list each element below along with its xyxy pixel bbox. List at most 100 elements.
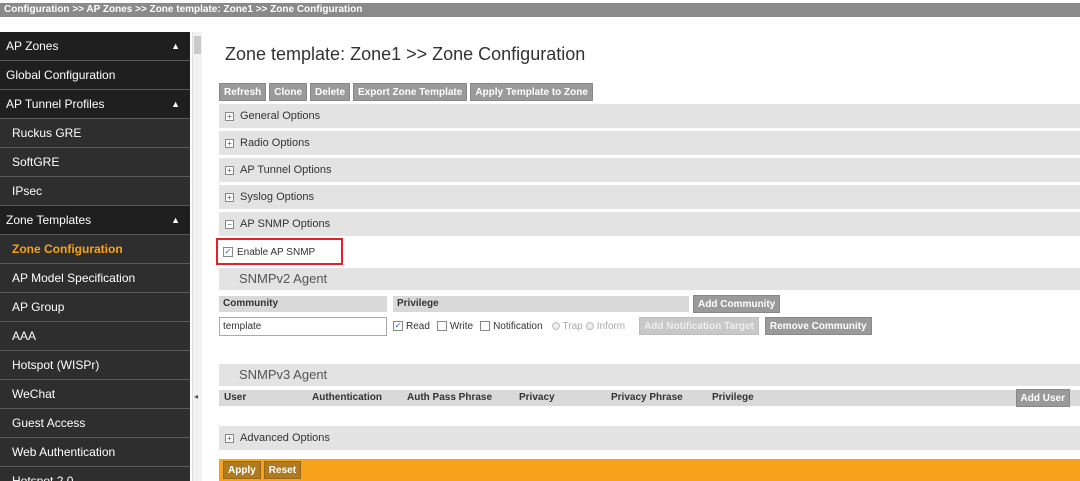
community-column-header: Community [219,296,387,312]
notification-label: Notification [493,320,543,332]
sidebar-item-ap-tunnel-profiles[interactable]: AP Tunnel Profiles ▲ [0,90,190,119]
breadcrumb-bar: Configuration >> AP Zones >> Zone templa… [0,0,1080,17]
sidebar-item-zone-configuration[interactable]: Zone Configuration [0,235,190,264]
sidebar-item-label: Hotspot (WISPr) [12,358,100,372]
community-input[interactable]: template [219,316,387,336]
privilege-options: ✓ Read ✓ Write ✓ Notification Trap Infor… [393,321,625,332]
toolbar: Refresh Clone Delete Export Zone Templat… [219,83,1080,101]
sidebar-item-global-configuration[interactable]: Global Configuration [0,61,190,90]
sidebar-item-ap-group[interactable]: AP Group [0,293,190,322]
caret-up-icon[interactable]: ▲ [171,90,180,118]
clone-button[interactable]: Clone [269,83,308,101]
user-column-header: User [224,392,247,403]
snmpv3-agent-header: SNMPv3 Agent [219,364,1080,386]
delete-button[interactable]: Delete [310,83,351,101]
inform-label: Inform [596,320,626,332]
section-label: Radio Options [240,137,310,149]
privacy-phrase-column-header: Privacy Phrase [611,392,683,403]
authentication-column-header: Authentication [312,392,382,403]
sidebar-item-label: Zone Templates [6,213,92,227]
trap-label: Trap [562,320,583,332]
section-label: Syslog Options [240,191,314,203]
apply-template-button[interactable]: Apply Template to Zone [470,83,593,101]
sidebar-item-ap-model-specification[interactable]: AP Model Specification [0,264,190,293]
privilege-column-header: Privilege [712,392,754,403]
sidebar-scrollbar[interactable]: ◂ [192,32,202,481]
refresh-button[interactable]: Refresh [219,83,267,101]
write-checkbox[interactable]: ✓ [436,321,447,331]
sidebar-item-label: Zone Configuration [12,242,123,256]
section-advanced-options[interactable]: + Advanced Options [219,426,1080,450]
footer-bar: Apply Reset [219,459,1080,481]
sidebar-item-ipsec[interactable]: IPsec [0,177,190,206]
snmpv2-grid-header: Community Privilege Add Community [219,295,1080,313]
reset-button[interactable]: Reset [263,461,302,479]
caret-up-icon[interactable]: ▲ [171,32,180,60]
sidebar-item-label: AP Model Specification [12,271,136,285]
sidebar-item-softgre[interactable]: SoftGRE [0,148,190,177]
sidebar-item-label: Web Authentication [12,445,116,459]
sidebar-item-ruckus-gre[interactable]: Ruckus GRE [0,119,190,148]
snmpv2-agent-header: SNMPv2 Agent [219,268,1080,290]
sidebar-item-label: WeChat [12,387,56,401]
read-checkbox[interactable]: ✓ [393,321,403,331]
sidebar-item-label: AP Zones [6,39,59,53]
sidebar-item-wechat[interactable]: WeChat [0,380,190,409]
sidebar-item-label: AAA [12,329,37,343]
sidebar-item-label: SoftGRE [12,155,60,169]
sidebar-item-web-authentication[interactable]: Web Authentication [0,438,190,467]
section-syslog-options[interactable]: + Syslog Options [219,185,1080,209]
add-user-button[interactable]: Add User [1015,389,1070,407]
page-title: Zone template: Zone1 >> Zone Configurati… [225,44,586,64]
collapse-arrow-icon[interactable]: ◂ [194,392,198,401]
scrollbar-thumb[interactable] [194,36,201,54]
remove-community-button[interactable]: Remove Community [764,317,872,335]
sidebar-item-guest-access[interactable]: Guest Access [0,409,190,438]
apply-button[interactable]: Apply [223,461,261,479]
sidebar-item-ap-zones[interactable]: AP Zones ▲ [0,32,190,61]
highlight-box [216,238,343,265]
sidebar-item-label: Global Configuration [6,68,116,82]
inform-radio[interactable] [585,322,594,330]
sidebar-item-hotspot-2-0[interactable]: Hotspot 2.0 [0,467,190,481]
section-label: AP SNMP Options [240,218,331,230]
enable-ap-snmp-row: ✓ Enable AP SNMP [216,238,1080,265]
section-label: Advanced Options [240,432,330,444]
sidebar-item-label: Ruckus GRE [12,126,82,140]
expand-icon[interactable]: + [225,138,234,148]
add-community-button[interactable]: Add Community [693,295,781,313]
section-ap-tunnel-options[interactable]: + AP Tunnel Options [219,158,1080,182]
section-label: General Options [240,110,321,122]
expand-icon[interactable]: + [225,433,234,443]
sidebar-item-label: Guest Access [12,416,86,430]
community-row: template ✓ Read ✓ Write ✓ Notification T… [219,316,1080,336]
expand-icon[interactable]: + [225,111,234,121]
sidebar-item-aaa[interactable]: AAA [0,322,190,351]
write-label: Write [449,320,474,332]
expand-icon[interactable]: + [225,165,234,175]
sidebar-item-hotspot-wispr[interactable]: Hotspot (WISPr) [0,351,190,380]
sidebar-item-label: AP Group [12,300,65,314]
add-notification-target-button[interactable]: Add Notification Target [639,317,759,335]
section-ap-snmp-options[interactable]: − AP SNMP Options [219,212,1080,236]
sidebar-item-label: Hotspot 2.0 [12,474,74,481]
section-label: AP Tunnel Options [240,164,332,176]
section-general-options[interactable]: + General Options [219,104,1080,128]
sidebar-item-zone-templates[interactable]: Zone Templates ▲ [0,206,190,235]
notification-checkbox[interactable]: ✓ [480,321,491,331]
export-zone-template-button[interactable]: Export Zone Template [353,83,468,101]
main-content: Zone template: Zone1 >> Zone Configurati… [216,32,1080,481]
caret-up-icon[interactable]: ▲ [171,206,180,234]
sidebar: AP Zones ▲ Global Configuration AP Tunnel P… [0,32,190,481]
sidebar-item-label: AP Tunnel Profiles [6,97,105,111]
breadcrumb: Configuration >> AP Zones >> Zone templa… [4,4,363,15]
auth-pass-phrase-column-header: Auth Pass Phrase [407,392,493,403]
read-label: Read [406,320,430,332]
trap-radio[interactable] [551,322,560,330]
section-radio-options[interactable]: + Radio Options [219,131,1080,155]
sidebar-item-label: IPsec [12,184,43,198]
privacy-column-header: Privacy [519,392,555,403]
collapse-icon[interactable]: − [225,219,234,229]
expand-icon[interactable]: + [225,192,234,202]
privilege-column-header: Privilege [393,296,689,312]
